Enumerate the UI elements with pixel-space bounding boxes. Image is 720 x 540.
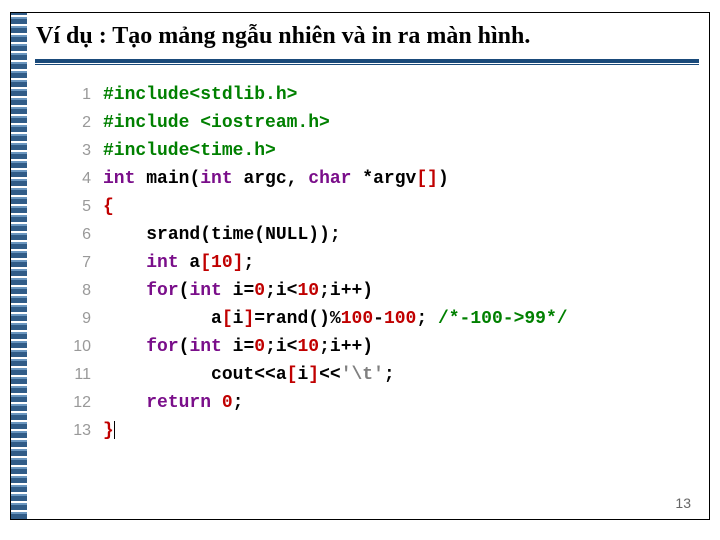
line-number: 5: [51, 193, 103, 221]
code-line: 3#include<time.h>: [51, 137, 689, 165]
code-line: 5{: [51, 193, 689, 221]
code-line: 4int main(int argc, char *argv[]): [51, 165, 689, 193]
code-line: 11 cout<<a[i]<<'\t';: [51, 361, 689, 389]
code-line: 7 int a[10];: [51, 249, 689, 277]
line-number: 3: [51, 137, 103, 165]
line-content: srand(time(NULL));: [103, 221, 341, 249]
line-content: a[i]=rand()%100-100; /*-100->99*/: [103, 305, 568, 333]
line-number: 12: [51, 389, 103, 417]
line-content: #include<time.h>: [103, 137, 276, 165]
code-line: 13}: [51, 417, 689, 445]
left-stripe-decoration: [11, 13, 27, 519]
line-number: 13: [51, 417, 103, 445]
line-number: 9: [51, 305, 103, 333]
line-content: for(int i=0;i<10;i++): [103, 333, 373, 361]
code-line: 8 for(int i=0;i<10;i++): [51, 277, 689, 305]
code-line: 9 a[i]=rand()%100-100; /*-100->99*/: [51, 305, 689, 333]
line-content: #include <iostream.h>: [103, 109, 330, 137]
code-line: 1#include<stdlib.h>: [51, 81, 689, 109]
line-content: cout<<a[i]<<'\t';: [103, 361, 395, 389]
line-number: 8: [51, 277, 103, 305]
code-line: 2#include <iostream.h>: [51, 109, 689, 137]
slide-border: Ví dụ : Tạo mảng ngẫu nhiên và in ra màn…: [10, 12, 710, 520]
title-underline: [35, 59, 699, 65]
line-content: int main(int argc, char *argv[]): [103, 165, 449, 193]
code-block: 1#include<stdlib.h>2#include <iostream.h…: [51, 81, 689, 479]
code-line: 6 srand(time(NULL));: [51, 221, 689, 249]
line-content: {: [103, 193, 114, 221]
line-number: 10: [51, 333, 103, 361]
code-line: 10 for(int i=0;i<10;i++): [51, 333, 689, 361]
line-content: int a[10];: [103, 249, 254, 277]
line-content: }: [103, 417, 116, 445]
line-number: 7: [51, 249, 103, 277]
slide-title: Ví dụ : Tạo mảng ngẫu nhiên và in ra màn…: [36, 23, 530, 50]
line-content: for(int i=0;i<10;i++): [103, 277, 373, 305]
code-line: 12 return 0;: [51, 389, 689, 417]
text-cursor: [114, 421, 116, 439]
line-number: 6: [51, 221, 103, 249]
line-number: 1: [51, 81, 103, 109]
line-content: return 0;: [103, 389, 243, 417]
page-number: 13: [675, 495, 691, 511]
line-number: 4: [51, 165, 103, 193]
line-content: #include<stdlib.h>: [103, 81, 297, 109]
line-number: 2: [51, 109, 103, 137]
line-number: 11: [51, 361, 103, 389]
